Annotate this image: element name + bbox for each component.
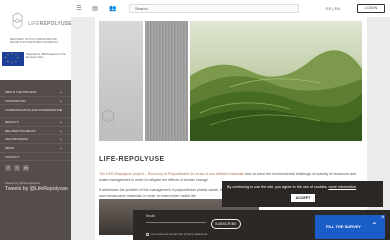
email-field[interactable]: Email — [146, 214, 155, 218]
chevron-down-icon: ⌄ — [58, 97, 63, 104]
users-icon[interactable]: 👥 — [107, 3, 119, 15]
sidebar-item-results[interactable]: Results ⌄ — [0, 118, 71, 127]
chevron-down-icon: ⌄ — [58, 136, 63, 143]
survey-label: FILL THE SURVEY — [326, 224, 361, 229]
hexagon-logo-icon — [12, 12, 23, 29]
chevron-down-icon: ⌄ — [58, 144, 63, 151]
sidebar-item-contact[interactable]: Contact — [0, 153, 71, 162]
sidebar-nav: About the project ⌄ Consortium ⌄ Communica… — [0, 88, 71, 162]
lang-es[interactable]: ES — [326, 6, 331, 11]
chevron-down-icon: ⌄ — [58, 89, 63, 95]
cookie-banner: By continuing to use the site, you agree… — [222, 181, 383, 207]
sidebar-item-about[interactable]: About the project ⌄ — [0, 88, 71, 97]
hero-image-grey — [145, 21, 188, 141]
eu-flag-icon: ★ ★ ★ ★ ★ ★ ★ ★ — [2, 52, 24, 66]
document-icon[interactable]: ▤ — [89, 3, 101, 15]
top-bar: ☰ ▤ 👥 Search ES | EN LOGIN — [71, 0, 390, 17]
facebook-icon[interactable]: f — [5, 165, 11, 171]
cookie-more-info-link[interactable]: more information — [328, 185, 356, 189]
chevron-up-icon: ⌃ — [371, 221, 378, 230]
twitter-icon[interactable]: t — [14, 165, 20, 171]
landscape-illustration — [190, 21, 362, 141]
sidebar-item-related[interactable]: Related projects ⌄ — [0, 127, 71, 136]
chevron-down-icon: ⌄ — [58, 127, 63, 134]
chevron-down-icon: ⌄ — [58, 106, 63, 113]
search-input[interactable]: Search — [129, 4, 299, 13]
project-name-highlight: The LIFE-Repolyuse project – Recovery of… — [99, 172, 244, 176]
sidebar-item-news[interactable]: News ⌄ — [0, 144, 71, 153]
survey-button[interactable]: FILL THE SURVEY ⌃ — [315, 215, 385, 239]
hero-image-landscape — [190, 21, 362, 141]
tweets-link[interactable]: Tweets by @LifeRepolyuse — [5, 186, 68, 192]
eu-funding-text: Supported by LIFE Programme of the Europ… — [26, 53, 66, 59]
subscribe-button[interactable]: SUBSCRIBE — [211, 219, 241, 229]
hexagon-logo-icon — [102, 109, 114, 132]
language-switcher: ES | EN — [326, 6, 340, 11]
linkedin-icon[interactable]: in — [23, 165, 29, 171]
chevron-down-icon: ⌄ — [58, 119, 63, 126]
sidebar-item-life-program[interactable]: LIFE Program ⌄ — [0, 135, 71, 144]
sidebar-item-consortium[interactable]: Consortium ⌄ — [0, 97, 71, 106]
menu-icon[interactable]: ☰ — [73, 3, 85, 15]
newsletter-bar: Email SUBSCRIBE I've read and accept the… — [133, 210, 390, 240]
brand-block[interactable]: LIFEREPOLYUSE RECOVERY OF POLYURETHANE F… — [0, 0, 72, 80]
email-underline — [146, 222, 206, 223]
brand-tagline: RECOVERY OF POLYURETHANE FOR REUSE IN EC… — [10, 38, 59, 45]
cookie-accept-button[interactable]: ACCEPT — [291, 194, 315, 202]
page-title: LIFE-REPOLYUSE — [99, 156, 165, 163]
brand-name: LIFEREPOLYUSE — [28, 21, 72, 27]
privacy-checkbox[interactable] — [146, 232, 149, 236]
close-icon[interactable]: × — [381, 215, 385, 221]
lang-en[interactable]: EN — [335, 6, 341, 11]
social-links: f t in — [5, 165, 29, 171]
sidebar-item-communication[interactable]: Communication and dissemination ⌄ — [0, 105, 71, 119]
privacy-checkbox-row[interactable]: I've read and accept the privacy stateme… — [146, 232, 207, 236]
cookie-text: By continuing to use the site, you agree… — [227, 185, 357, 189]
tweets-heading: Tweets by @Liferepolyuse — [5, 181, 41, 185]
sidebar: LIFEREPOLYUSE RECOVERY OF POLYURETHANE F… — [0, 0, 72, 240]
login-button[interactable]: LOGIN — [357, 4, 385, 13]
